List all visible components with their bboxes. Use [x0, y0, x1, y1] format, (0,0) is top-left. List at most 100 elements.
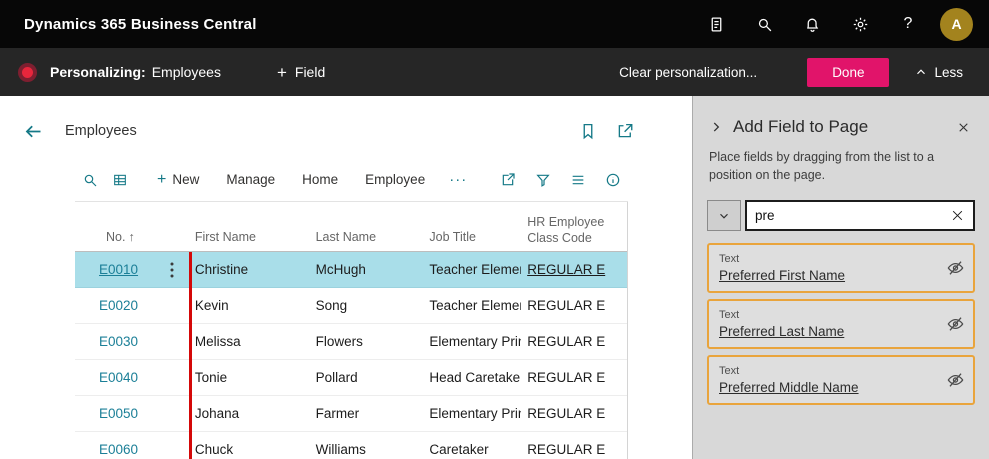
cell-no: E0030	[75, 334, 189, 349]
field-item-preferred-last-name[interactable]: Text Preferred Last Name	[707, 299, 975, 349]
cell-no: E0020	[75, 298, 189, 313]
more-options-icon[interactable]: ···	[449, 171, 467, 188]
field-list: Text Preferred First Name Text Preferred…	[707, 243, 975, 405]
table-header-row: No. ↑ First Name Last Name Job Title HR E…	[75, 202, 627, 252]
table-row[interactable]: E0050 Johana Farmer Elementary Prin... R…	[75, 396, 627, 432]
cell-job-title: Caretaker	[429, 442, 489, 457]
switch-view-icon[interactable]	[105, 165, 135, 195]
chevron-up-icon	[917, 69, 926, 75]
field-search-input[interactable]	[755, 208, 945, 223]
table-row[interactable]: E0020 Kevin Song Teacher Element... REGU…	[75, 288, 627, 324]
personalization-bar: Personalizing: Employees + Field Clear p…	[0, 48, 989, 96]
home-menu[interactable]: Home	[302, 172, 338, 187]
column-header-job-title[interactable]: Job Title	[423, 230, 521, 251]
employees-page: Employees + New Manage Home Employee ···…	[0, 96, 692, 459]
cell-hr-class: REGULAR E	[521, 262, 627, 277]
employee-menu[interactable]: Employee	[365, 172, 425, 187]
top-bar: Dynamics 365 Business Central ? A	[0, 0, 989, 48]
info-icon[interactable]	[598, 165, 628, 195]
table-row[interactable]: E0060 Chuck Williams Caretaker REGULAR E	[75, 432, 627, 459]
plus-icon: +	[276, 62, 287, 82]
search-icon[interactable]	[740, 0, 788, 48]
field-type-label: Text	[719, 308, 740, 321]
toolbar-right-icons	[493, 165, 628, 195]
cell-last-name: Pollard	[315, 370, 358, 385]
personalizing-context: Employees	[151, 64, 221, 80]
report-icon[interactable]	[692, 0, 740, 48]
filter-icon[interactable]	[528, 165, 558, 195]
less-label: Less	[934, 64, 963, 80]
cell-first-name: Tonie	[194, 370, 228, 385]
hidden-field-eye-slash-icon	[946, 259, 965, 278]
table-row-selected[interactable]: E0010 Christine McHugh Teacher Element..…	[75, 252, 627, 288]
personalizing-record-icon	[18, 62, 37, 82]
table-body: E0010 Christine McHugh Teacher Element..…	[75, 252, 627, 459]
show-list-icon[interactable]	[563, 165, 593, 195]
sort-ascending-icon: ↑	[128, 230, 135, 244]
arrow-left-icon	[25, 125, 40, 137]
cell-first-name: Christine	[194, 262, 249, 277]
field-type-label: Text	[719, 364, 740, 377]
panel-header: Add Field to Page	[693, 96, 989, 149]
add-field-button[interactable]: + Field	[277, 64, 325, 81]
share-icon[interactable]	[493, 165, 523, 195]
new-button[interactable]: + New	[157, 171, 200, 188]
field-item-preferred-first-name[interactable]: Text Preferred First Name	[707, 243, 975, 293]
field-name-label: Preferred First Name	[719, 267, 846, 283]
cell-job-title: Teacher Element...	[429, 298, 521, 313]
table-row[interactable]: E0030 Melissa Flowers Elementary Prin...…	[75, 324, 627, 360]
employee-no-link[interactable]: E0020	[99, 298, 138, 313]
open-in-new-window-icon[interactable]	[616, 120, 638, 142]
employee-no-link[interactable]: E0010	[99, 262, 138, 277]
employee-no-link[interactable]: E0040	[99, 370, 138, 385]
cell-hr-class: REGULAR E	[527, 334, 606, 349]
cell-hr-class: REGULAR E	[527, 406, 606, 421]
cell-last-name: Williams	[315, 442, 366, 457]
field-name-label: Preferred Middle Name	[719, 379, 859, 395]
cell-job-title: Elementary Prin...	[429, 334, 521, 349]
employee-no-link[interactable]: E0050	[99, 406, 138, 421]
add-field-panel: Add Field to Page Place fields by draggi…	[692, 96, 989, 459]
less-button[interactable]: Less	[915, 65, 963, 80]
page-title: Employees	[65, 123, 137, 139]
close-icon[interactable]	[951, 115, 975, 139]
field-type-label: Text	[719, 252, 740, 265]
panel-title: Add Field to Page	[733, 117, 869, 136]
column-header-last-name[interactable]: Last Name	[310, 230, 424, 251]
bookmark-icon[interactable]	[579, 120, 601, 142]
top-bar-icons: ? A	[692, 0, 981, 48]
column-header-first-name[interactable]: First Name	[189, 230, 310, 251]
chevron-right-icon[interactable]	[705, 116, 727, 138]
chevron-down-icon	[720, 213, 728, 219]
row-options-icon[interactable]	[165, 261, 179, 279]
clear-search-icon[interactable]	[945, 204, 969, 228]
avatar[interactable]: A	[940, 7, 973, 41]
clear-personalization-button[interactable]: Clear personalization...	[619, 65, 757, 80]
cell-last-name: McHugh	[315, 262, 366, 277]
help-icon[interactable]: ?	[884, 0, 932, 48]
manage-menu[interactable]: Manage	[226, 172, 275, 187]
search-options-dropdown[interactable]	[707, 200, 741, 231]
cell-hr-class: REGULAR E	[527, 370, 606, 385]
panel-description: Place fields by dragging from the list t…	[709, 150, 935, 182]
cell-hr-class: REGULAR E	[527, 298, 606, 313]
column-label: No.	[106, 230, 126, 244]
back-button[interactable]	[16, 114, 50, 148]
main-area: Employees + New Manage Home Employee ···…	[0, 96, 989, 459]
notifications-icon[interactable]	[788, 0, 836, 48]
cell-last-name: Flowers	[315, 334, 363, 349]
column-header-hr-class[interactable]: HR Employee Class Code	[521, 214, 627, 252]
employee-no-link[interactable]: E0060	[99, 442, 138, 457]
employee-no-link[interactable]: E0030	[99, 334, 138, 349]
cell-hr-class-value: REGULAR E	[527, 262, 606, 277]
page-header: Employees	[0, 96, 692, 158]
page-header-icons	[579, 120, 638, 142]
settings-gear-icon[interactable]	[836, 0, 884, 48]
column-header-no[interactable]: No. ↑	[75, 230, 189, 251]
new-label: New	[172, 172, 200, 187]
search-list-icon[interactable]	[75, 165, 105, 195]
table-row[interactable]: E0040 Tonie Pollard Head Caretaker REGUL…	[75, 360, 627, 396]
done-button[interactable]: Done	[807, 57, 890, 87]
field-item-preferred-middle-name[interactable]: Text Preferred Middle Name	[707, 355, 975, 405]
search-box	[745, 200, 975, 231]
